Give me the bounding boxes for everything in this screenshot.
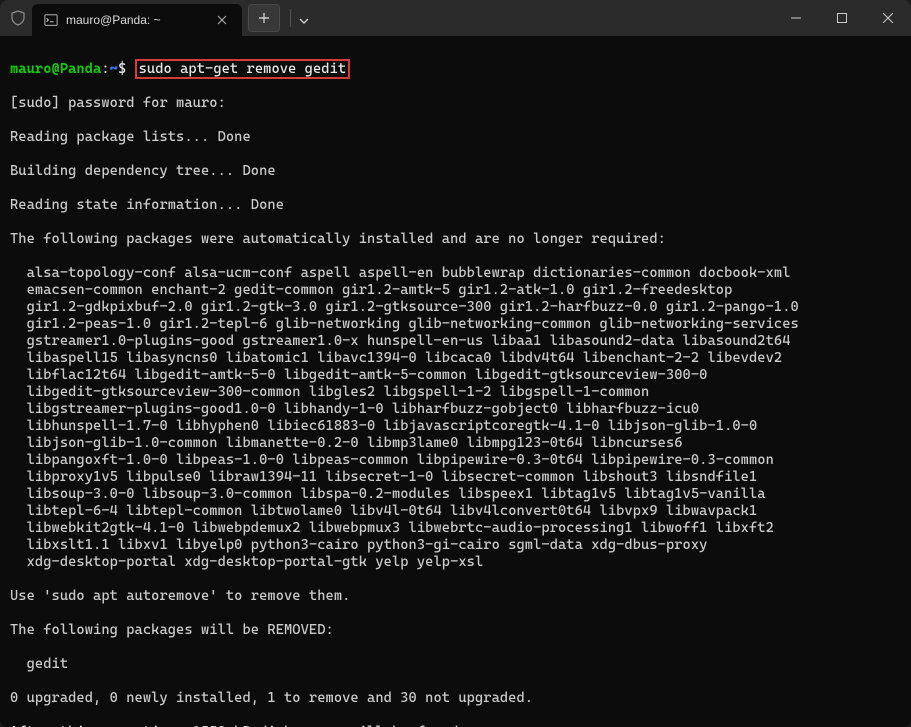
minimize-button[interactable] bbox=[773, 0, 819, 36]
maximize-button[interactable] bbox=[819, 0, 865, 36]
terminal-window: mauro@Panda: ~ mauro@Panda:~$ sudo apt-g… bbox=[0, 0, 911, 727]
output-line: [sudo] password for mauro: bbox=[10, 95, 901, 112]
package-list: alsa-topology-conf alsa-ucm-conf aspell … bbox=[10, 265, 901, 571]
new-tab-button[interactable] bbox=[248, 4, 280, 32]
command-text: sudo apt-get remove gedit bbox=[139, 61, 347, 77]
tab-close-button[interactable] bbox=[214, 12, 230, 28]
output-line: The following packages will be REMOVED: bbox=[10, 622, 901, 639]
output-line: 0 upgraded, 0 newly installed, 1 to remo… bbox=[10, 690, 901, 707]
shield-icon bbox=[10, 10, 26, 26]
output-line: gedit bbox=[10, 656, 901, 673]
output-line: Use 'sudo apt autoremove' to remove them… bbox=[10, 588, 901, 605]
highlight-command: sudo apt-get remove gedit bbox=[135, 59, 351, 79]
output-line: Reading package lists... Done bbox=[10, 129, 901, 146]
terminal-tab-icon bbox=[44, 13, 58, 27]
tab-active[interactable]: mauro@Panda: ~ bbox=[32, 4, 242, 36]
titlebar[interactable]: mauro@Panda: ~ bbox=[0, 0, 911, 36]
output-line: The following packages were automaticall… bbox=[10, 231, 901, 248]
prompt-line-1: mauro@Panda:~$ sudo apt-get remove gedit bbox=[10, 61, 901, 78]
close-button[interactable] bbox=[865, 0, 911, 36]
terminal-body[interactable]: mauro@Panda:~$ sudo apt-get remove gedit… bbox=[0, 36, 911, 727]
window-controls bbox=[773, 0, 911, 36]
output-line: Building dependency tree... Done bbox=[10, 163, 901, 180]
tab-title: mauro@Panda: ~ bbox=[66, 13, 206, 27]
output-line: Reading state information... Done bbox=[10, 197, 901, 214]
tab-divider bbox=[290, 9, 291, 27]
tab-dropdown-icon[interactable] bbox=[299, 9, 309, 28]
